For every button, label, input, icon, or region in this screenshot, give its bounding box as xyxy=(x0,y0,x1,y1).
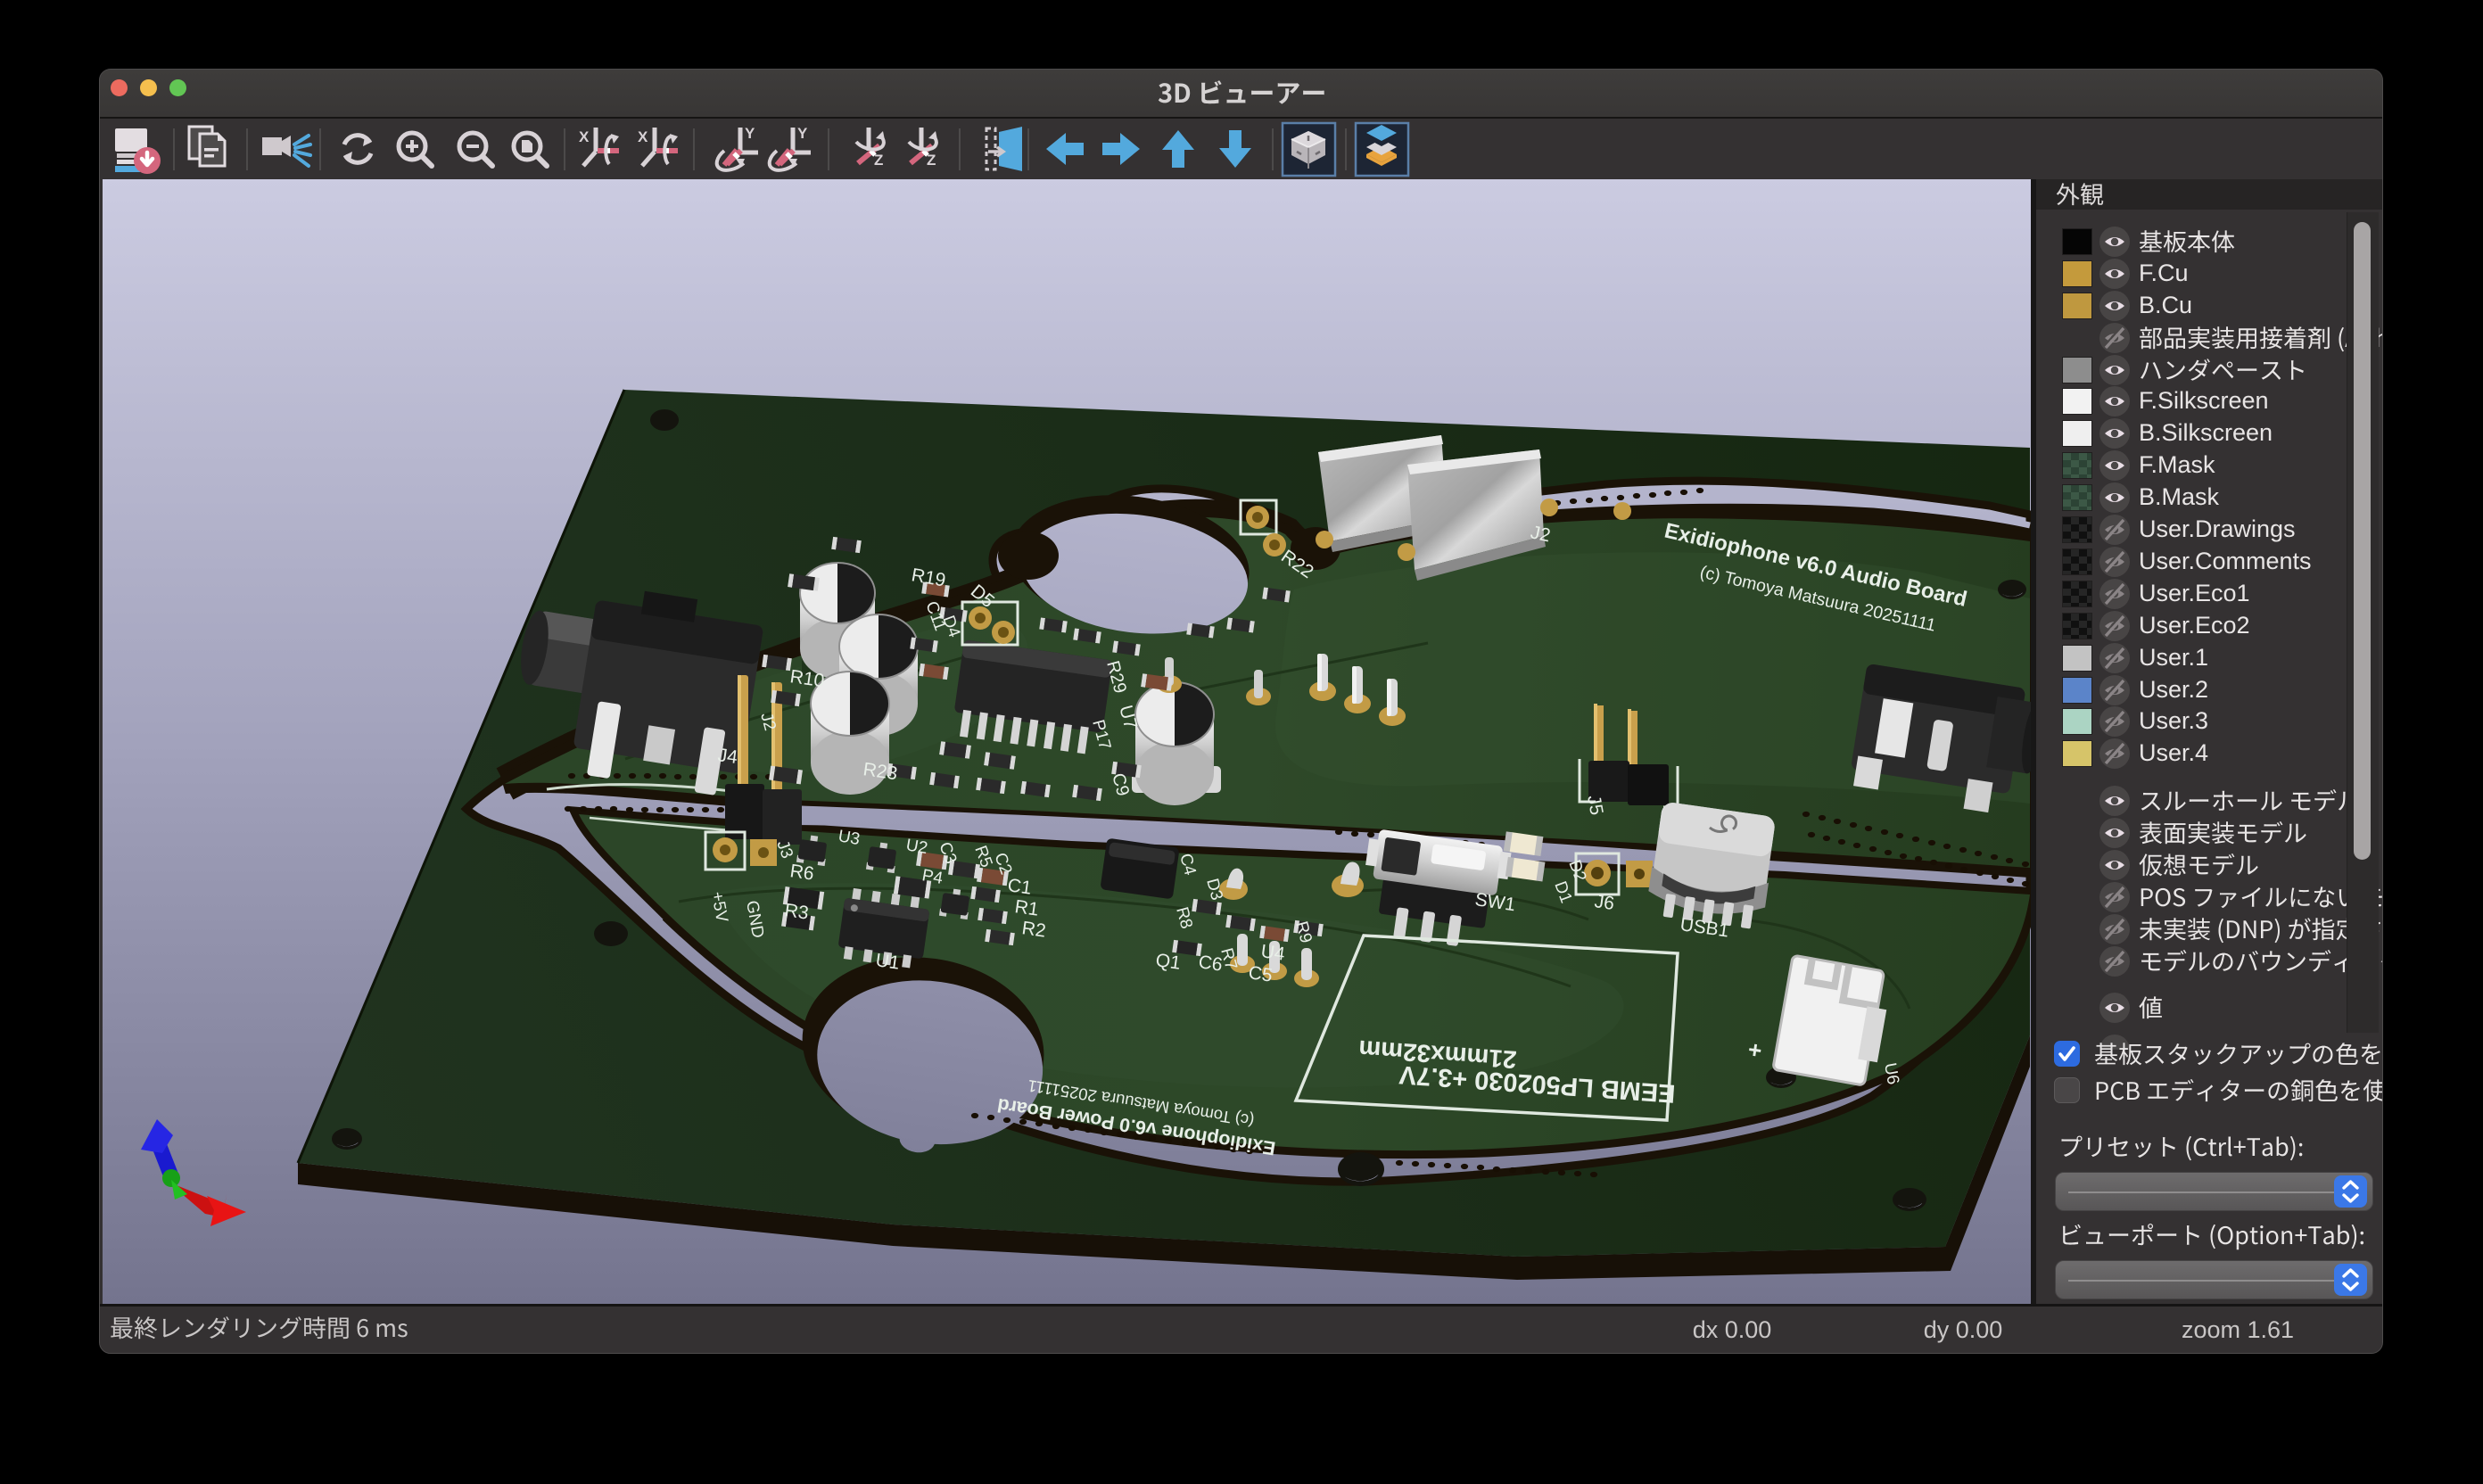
svg-text:Q1: Q1 xyxy=(1154,950,1182,974)
svg-text:X: X xyxy=(638,128,648,145)
svg-text:U1: U1 xyxy=(874,950,901,974)
svg-text:C5: C5 xyxy=(1247,962,1274,986)
svg-text:R1: R1 xyxy=(1013,896,1040,920)
svg-text:Y: Y xyxy=(797,125,808,142)
svg-text:U4: U4 xyxy=(1259,941,1286,965)
svg-text:J4: J4 xyxy=(716,745,738,768)
svg-text:P4: P4 xyxy=(920,866,945,888)
svg-text:R3: R3 xyxy=(783,900,810,924)
svg-text:X: X xyxy=(579,128,590,145)
svg-text:U2: U2 xyxy=(904,836,929,858)
svg-text:U3: U3 xyxy=(837,827,862,849)
svg-text:J5: J5 xyxy=(1583,794,1607,817)
svg-text:U6: U6 xyxy=(1880,1061,1902,1086)
svg-text:Y: Y xyxy=(745,125,755,142)
svg-text:C6: C6 xyxy=(1197,952,1224,976)
svg-text:J6: J6 xyxy=(1593,891,1615,914)
svg-text:J2: J2 xyxy=(1529,522,1552,546)
svg-text:R2: R2 xyxy=(1020,918,1047,942)
svg-text:C1: C1 xyxy=(1006,875,1033,899)
svg-text:R6: R6 xyxy=(788,861,815,885)
